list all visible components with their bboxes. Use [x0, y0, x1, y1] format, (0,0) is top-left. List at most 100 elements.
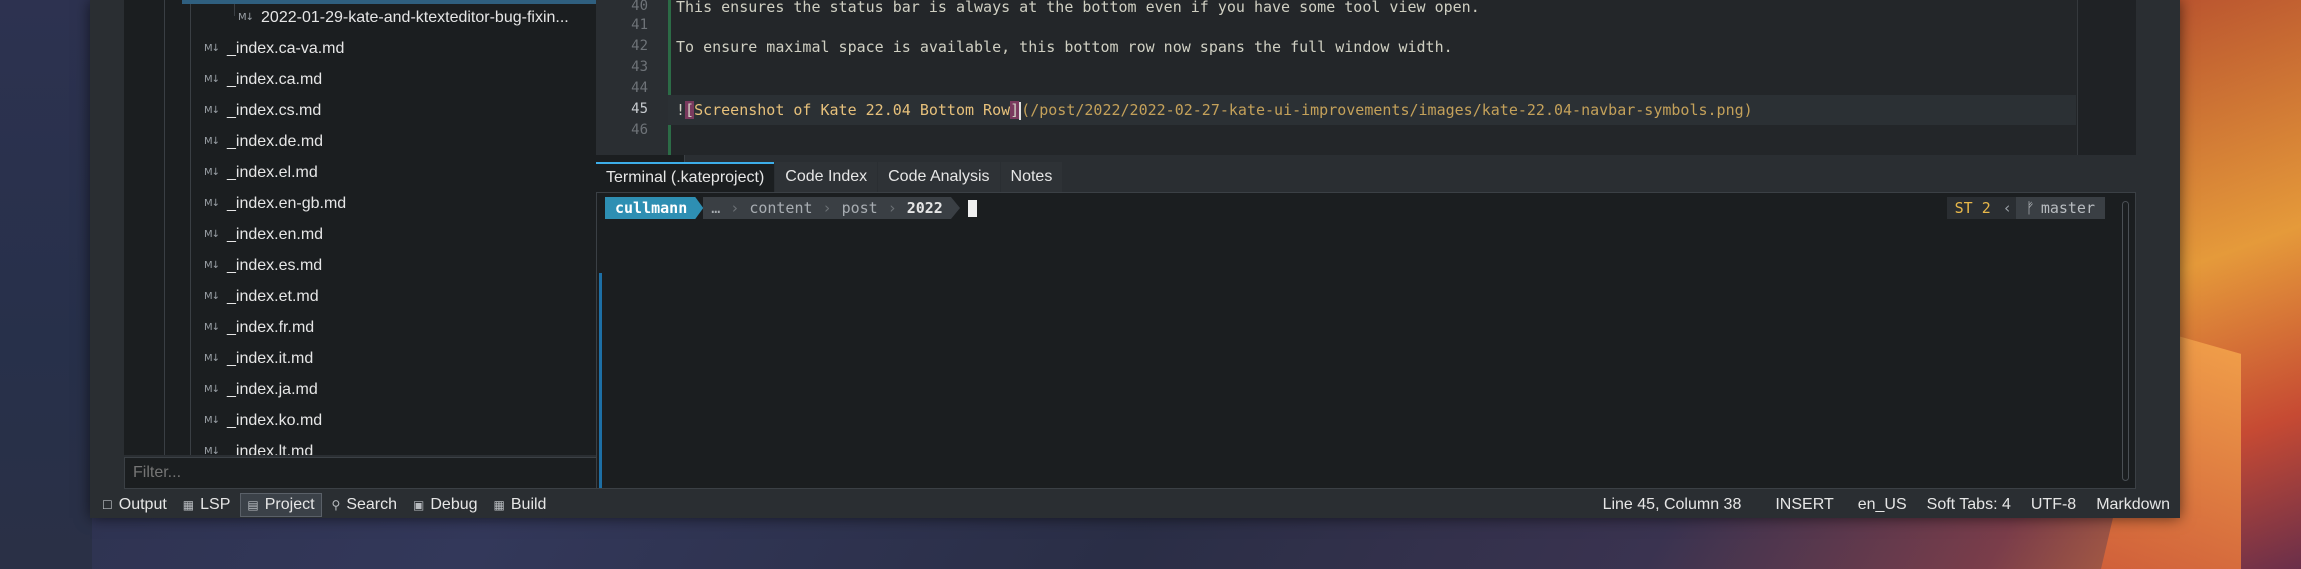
debug-icon: ▣ [413, 497, 425, 512]
tree-item-label: _index.en-gb.md [227, 194, 347, 212]
md-bracket: [ [685, 101, 695, 119]
markdown-icon: M↓ [204, 291, 220, 302]
project-button[interactable]: ▤ Project [240, 492, 322, 517]
tree-item-label: _index.ko.md [227, 411, 323, 429]
tree-item-label: _index.fr.md [227, 318, 315, 336]
line-number-current: 45 [631, 101, 648, 117]
md-link-url: (/post/2022/2022-02-27-kate-ui-improveme… [1021, 101, 1753, 119]
prompt-path-segment: … [703, 197, 729, 219]
tree-item-label: _index.cs.md [227, 101, 322, 119]
code-line-current: ![Screenshot of Kate 22.04 Bottom Row] (/… [676, 101, 1753, 120]
project-icon: ▤ [247, 497, 259, 512]
prompt-end-arrow [950, 197, 960, 219]
editor-view[interactable]: 40 41 42 43 44 45 46 This ensures the st… [596, 0, 2136, 155]
search-label: Search [346, 495, 398, 513]
markdown-icon: M↓ [204, 105, 220, 116]
debug-label: Debug [430, 495, 478, 513]
chevron-right-icon: › [885, 197, 899, 219]
search-button[interactable]: ⚲ Search [326, 493, 404, 517]
build-label: Build [510, 495, 547, 513]
cursor-position[interactable]: Line 45, Column 38 [1603, 496, 1742, 514]
scrollbar-minimap[interactable] [2077, 0, 2136, 155]
git-branch-icon: ᚠ [2025, 199, 2035, 217]
code-line: This ensures the status bar is always at… [676, 0, 1480, 16]
kate-window: M↓ 2022-01-29-kate-and-ktexteditor-bug-f… [90, 0, 2180, 518]
input-mode[interactable]: INSERT [1775, 496, 1833, 514]
markdown-icon: M↓ [204, 384, 220, 395]
tree-item-label: _index.es.md [227, 256, 323, 274]
tree-item-label: _index.en.md [227, 225, 324, 243]
line-number: 43 [631, 59, 648, 75]
wallpaper-left-area [0, 0, 92, 569]
git-status: ST 2 [1946, 197, 1999, 219]
build-icon: ▦ [493, 497, 505, 512]
git-branch: ᚠ master [2015, 197, 2105, 219]
markdown-icon: M↓ [204, 136, 220, 147]
md-image-marker: ! [676, 101, 686, 119]
line-number: 42 [631, 38, 648, 54]
output-icon: ☐ [102, 497, 113, 512]
dictionary[interactable]: en_US [1858, 496, 1907, 514]
markdown-icon: M↓ [204, 353, 220, 364]
markdown-icon: M↓ [238, 12, 254, 23]
encoding[interactable]: UTF-8 [2031, 496, 2076, 514]
chevron-right-icon: › [728, 197, 742, 219]
right-prompt: ST 2 ‹ ᚠ master [1946, 197, 2105, 219]
tree-item-label: _index.lt.md [227, 442, 314, 456]
build-button[interactable]: ▦ Build [488, 493, 553, 517]
tree-item-label: 2022-01-29-kate-and-ktexteditor-bug-fixi… [261, 8, 569, 26]
tab-terminal[interactable]: Terminal (.kateproject) [596, 162, 775, 192]
tree-item-label: _index.et.md [227, 287, 319, 305]
tab-code-analysis[interactable]: Code Analysis [878, 162, 1000, 192]
code-line: To ensure maximal space is available, th… [676, 38, 1453, 56]
terminal-cursor [967, 199, 977, 217]
line-number: 46 [631, 122, 648, 138]
terminal-scrollbar[interactable] [2122, 201, 2129, 481]
markdown-icon: M↓ [204, 43, 220, 54]
prompt-path-current: 2022 [898, 197, 951, 219]
git-branch-name: master [2040, 199, 2095, 217]
tree-item-label: _index.ca.md [227, 70, 323, 88]
shell-prompt: cullmann … › content › post › 2022 [605, 197, 977, 219]
line-number: 41 [631, 17, 648, 33]
markdown-icon: M↓ [204, 322, 220, 333]
chevron-left-icon: ‹ [1998, 197, 2016, 219]
terminal-view[interactable]: cullmann … › content › post › 2022 ST 2 … [596, 192, 2136, 489]
search-icon: ⚲ [331, 497, 341, 512]
markdown-icon: M↓ [204, 446, 220, 455]
toolview-tabbar: Terminal (.kateproject) Code Index Code … [596, 162, 1063, 192]
lsp-button[interactable]: ▦ LSP [177, 493, 237, 517]
markdown-icon: M↓ [204, 167, 220, 178]
syntax-mode[interactable]: Markdown [2096, 496, 2170, 514]
line-number: 44 [631, 80, 648, 96]
output-label: Output [118, 495, 167, 513]
tree-item-label: _index.it.md [227, 349, 314, 367]
lsp-icon: ▦ [182, 497, 195, 512]
tab-code-index[interactable]: Code Index [775, 162, 878, 192]
sidebar-buttons: ☐ Output ▦ LSP ▤ Project ⚲ Search ▣ Debu… [96, 492, 556, 517]
lsp-label: LSP [200, 495, 231, 513]
tree-item-label: _index.de.md [227, 132, 324, 150]
prompt-path-segment: post [833, 197, 886, 219]
project-label: Project [264, 495, 315, 513]
modified-lines-marker [668, 0, 671, 155]
tree-item-label: _index.ca-va.md [227, 39, 345, 57]
markdown-icon: M↓ [204, 260, 220, 271]
md-link-text: Screenshot of Kate 22.04 Bottom Row [694, 101, 1011, 119]
tab-notes[interactable]: Notes [1000, 162, 1063, 192]
output-button[interactable]: ☐ Output [96, 493, 173, 517]
md-bracket: ] [1010, 101, 1020, 119]
status-info: Line 45, Column 38 INSERT en_US Soft Tab… [1569, 496, 2170, 514]
prompt-user: cullmann [605, 197, 703, 219]
status-bar: ☐ Output ▦ LSP ▤ Project ⚲ Search ▣ Debu… [90, 491, 2180, 518]
chevron-right-icon: › [820, 197, 834, 219]
prompt-path-segment: content [741, 197, 821, 219]
indentation-settings[interactable]: Soft Tabs: 4 [1927, 496, 2011, 514]
line-number: 40 [631, 0, 648, 14]
debug-button[interactable]: ▣ Debug [407, 493, 484, 517]
markdown-icon: M↓ [204, 415, 220, 426]
markdown-icon: M↓ [204, 198, 220, 209]
markdown-icon: M↓ [204, 74, 220, 85]
tree-item-label: _index.ja.md [227, 380, 318, 398]
markdown-icon: M↓ [204, 229, 220, 240]
